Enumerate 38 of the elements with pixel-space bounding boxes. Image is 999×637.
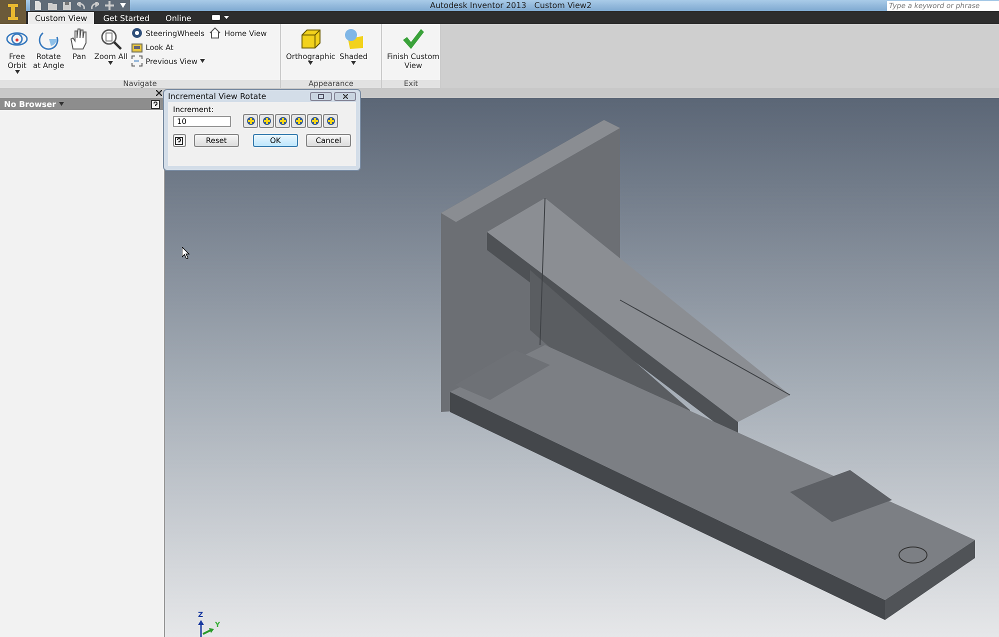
axis-triad-icon xyxy=(195,620,217,637)
rotate-button[interactable] xyxy=(307,114,322,128)
app-logo-icon xyxy=(6,2,20,22)
close-icon[interactable] xyxy=(156,90,162,96)
zoom-icon xyxy=(98,27,123,51)
close-icon xyxy=(342,94,348,98)
cursor-icon xyxy=(182,247,190,259)
caret-icon[interactable] xyxy=(120,3,126,8)
rotate-button[interactable] xyxy=(275,114,290,128)
rotate-button[interactable] xyxy=(259,114,274,128)
window-title: Autodesk Inventor 2013 xyxy=(430,1,526,10)
checkmark-icon xyxy=(401,27,426,51)
ribbon-tab[interactable]: Get Started xyxy=(96,12,157,24)
document-title: Custom View2 xyxy=(534,1,592,10)
rotate-button[interactable] xyxy=(323,114,338,128)
ribbon-tab[interactable]: Online xyxy=(158,12,198,24)
restore-icon xyxy=(318,94,324,98)
dropdown-icon xyxy=(59,102,64,106)
wheel-icon xyxy=(130,27,143,39)
plus-icon[interactable] xyxy=(105,1,114,10)
undo-icon[interactable] xyxy=(77,2,85,10)
save-icon[interactable] xyxy=(63,2,71,10)
redo-icon[interactable] xyxy=(91,2,99,10)
help-icon xyxy=(175,136,184,144)
look-at-icon xyxy=(130,41,143,53)
application-button[interactable] xyxy=(0,0,26,24)
home-icon xyxy=(209,27,222,39)
rotate-button[interactable] xyxy=(243,114,258,128)
rotate-button[interactable] xyxy=(291,114,306,128)
ribbon-tab[interactable]: Custom View xyxy=(28,12,94,24)
help-icon[interactable] xyxy=(151,100,160,108)
restore-button[interactable] xyxy=(310,92,332,100)
help-button[interactable] xyxy=(173,134,186,147)
dialog-title: Incremental View Rotate xyxy=(168,92,266,100)
cube-icon xyxy=(298,27,323,51)
new-file-icon[interactable] xyxy=(34,1,42,10)
close-button[interactable] xyxy=(334,92,356,100)
frame-icon xyxy=(130,55,143,67)
